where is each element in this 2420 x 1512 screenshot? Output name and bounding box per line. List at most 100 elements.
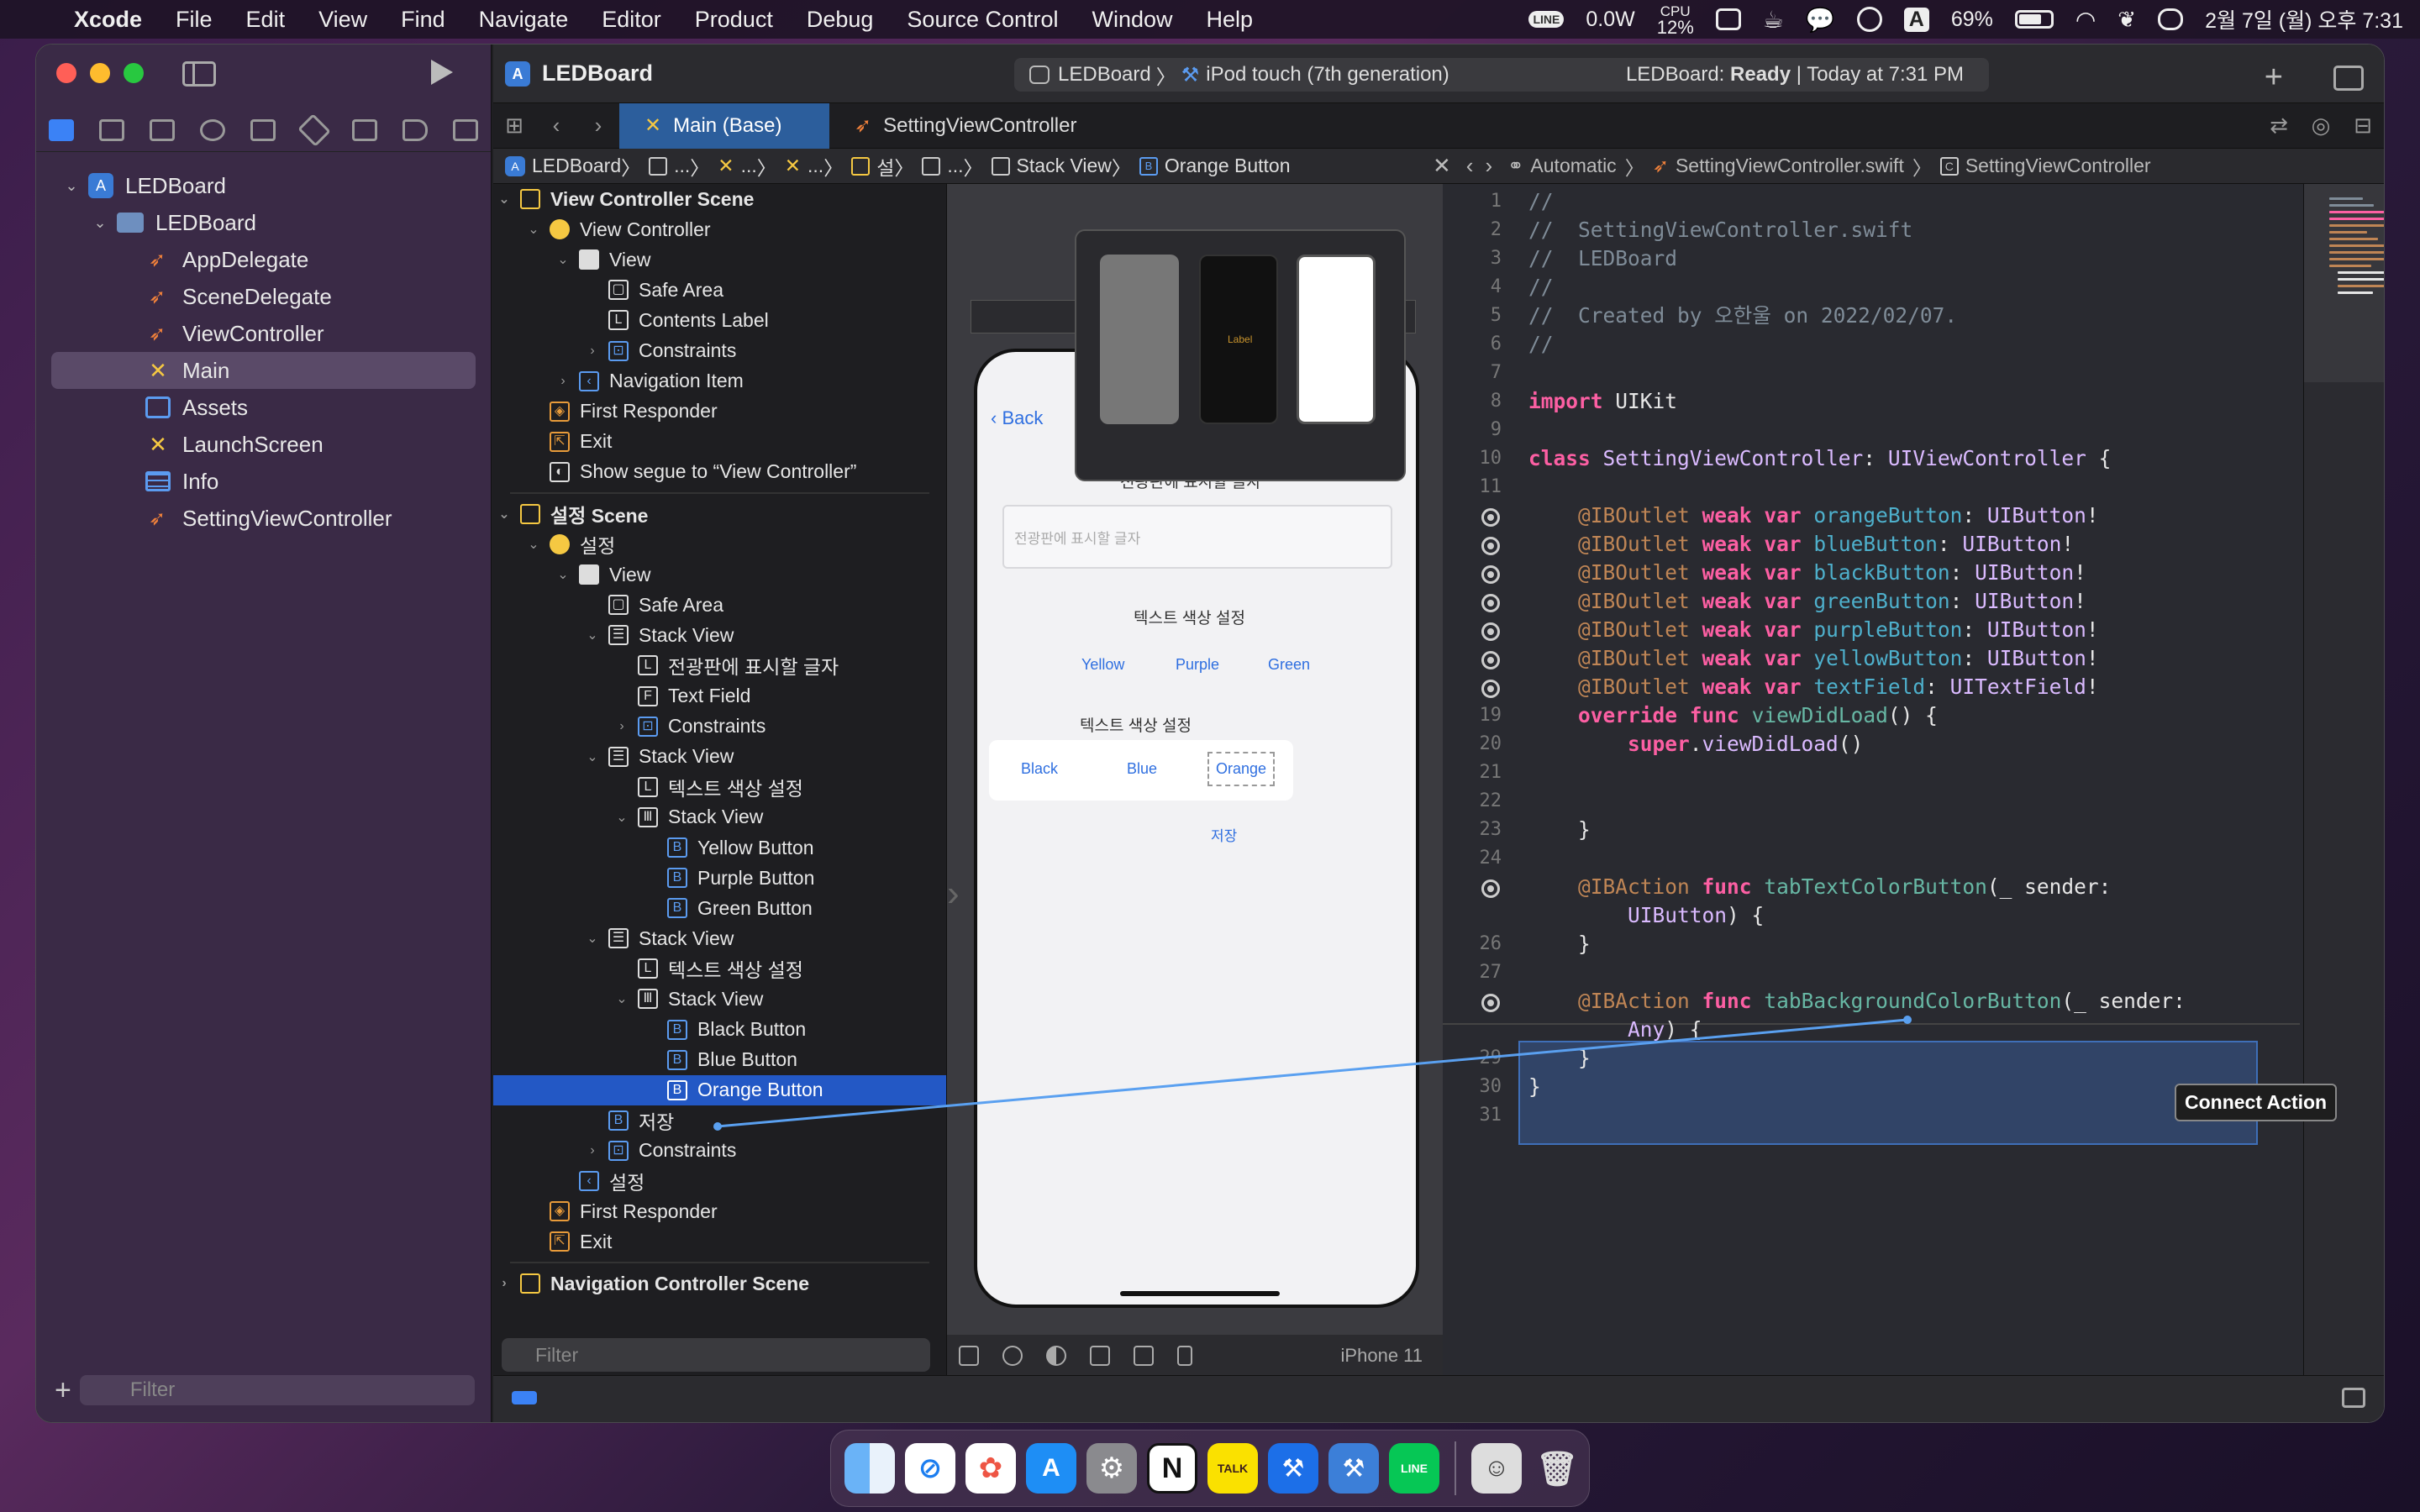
minimap[interactable]	[2303, 184, 2384, 1377]
assistant-symbol[interactable]: SettingViewController	[1965, 155, 2151, 177]
cpu-meter[interactable]: CPU 12%	[1657, 3, 1694, 37]
outline-toggle-icon[interactable]	[959, 1346, 979, 1366]
back-chevron-icon[interactable]: ‹	[535, 113, 577, 139]
outline-item[interactable]: ⌄ View Controller	[493, 214, 946, 244]
connection-circle-icon[interactable]	[1481, 879, 1500, 898]
minimize-window-button[interactable]	[90, 63, 110, 83]
menu-source-control[interactable]: Source Control	[890, 7, 1075, 33]
green-button[interactable]: Green	[1268, 656, 1310, 674]
outline-item[interactable]: B Green Button	[493, 893, 946, 923]
notion-icon[interactable]: N	[1147, 1443, 1197, 1494]
outline-item[interactable]: ⌄ Ⅲ Stack View	[493, 802, 946, 832]
menu-editor[interactable]: Editor	[585, 7, 678, 33]
power-readout[interactable]: 0.0W	[1586, 8, 1634, 32]
file-tree-item[interactable]: ➶ SettingViewController	[36, 500, 491, 537]
preview-view-controller[interactable]	[1100, 255, 1179, 424]
connection-circle-icon[interactable]	[1481, 994, 1500, 1012]
kakaotalk-icon[interactable]: TALK	[1207, 1443, 1258, 1494]
run-button[interactable]	[431, 60, 453, 85]
system-preferences-icon[interactable]: ⚙	[1086, 1443, 1137, 1494]
disclosure-chevron-icon[interactable]: ›	[554, 374, 572, 389]
file-tree-item[interactable]: ✕ LaunchScreen	[36, 426, 491, 463]
code-line[interactable]: 1 //	[1443, 187, 2303, 216]
coffee-icon[interactable]: ☕	[1763, 6, 1784, 34]
finder-icon[interactable]	[844, 1443, 895, 1494]
code-line[interactable]: 2 // SettingViewController.swift	[1443, 216, 2303, 244]
code-line[interactable]: @IBAction func tabBackgroundColorButton(…	[1443, 987, 2303, 1016]
airpods-icon[interactable]: ❦	[2118, 7, 2136, 33]
outline-item[interactable]: ▢ Safe Area	[493, 275, 946, 305]
control-center-icon[interactable]	[2158, 8, 2184, 30]
code-line[interactable]: 11	[1443, 473, 2303, 501]
connection-circle-icon[interactable]	[1481, 594, 1500, 612]
sidebar-toggle-icon[interactable]	[182, 61, 216, 87]
menu-view[interactable]: View	[302, 7, 384, 33]
code-line[interactable]: @IBOutlet weak var greenButton: UIButton…	[1443, 587, 2303, 616]
inspector-toggle-icon[interactable]	[2333, 65, 2364, 91]
disclosure-chevron-icon[interactable]: ⌄	[613, 809, 631, 826]
breakpoint-navigator-tab-icon[interactable]	[402, 118, 428, 141]
add-editor-icon[interactable]: ⊟	[2342, 113, 2384, 139]
device-icon[interactable]	[1177, 1346, 1192, 1366]
code-line[interactable]: 24	[1443, 844, 2303, 873]
code-line[interactable]: 26 }	[1443, 930, 2303, 958]
code-line[interactable]: 23 }	[1443, 816, 2303, 844]
preview-settings-scene[interactable]	[1297, 255, 1376, 424]
outline-item[interactable]: ⌄ View Controller Scene	[493, 184, 946, 214]
outline-filter-input[interactable]: Filter	[502, 1338, 930, 1372]
outline-item[interactable]: F Text Field	[493, 681, 946, 711]
yellow-button[interactable]: Yellow	[1081, 656, 1124, 674]
grid-icon[interactable]: ⊞	[493, 113, 535, 139]
disclosure-chevron-icon[interactable]: ›	[613, 719, 631, 734]
outline-item[interactable]: › Navigation Controller Scene	[493, 1268, 946, 1299]
disclosure-chevron-icon[interactable]: ›	[495, 1276, 513, 1291]
app-store-icon[interactable]: A	[1026, 1443, 1076, 1494]
disclosure-chevron-icon[interactable]: ⌄	[92, 214, 108, 232]
code-line[interactable]: 5 // Created by 오한울 on 2022/02/07.	[1443, 302, 2303, 330]
outline-item[interactable]: B Orange Button	[493, 1074, 946, 1105]
code-editor[interactable]: 1 // 2 // SettingViewController.swift 3 // LE…	[1443, 184, 2303, 1377]
disclosure-chevron-icon[interactable]: ⌄	[495, 506, 513, 522]
preview-label-scene[interactable]: Label	[1199, 255, 1278, 424]
zoom-window-button[interactable]	[124, 63, 144, 83]
line-status-icon[interactable]: LINE	[1528, 11, 1565, 28]
connection-circle-icon[interactable]	[1481, 622, 1500, 641]
code-line[interactable]: UIButton) {	[1443, 901, 2303, 930]
outline-item[interactable]: ⌄ Ⅲ Stack View	[493, 984, 946, 1014]
disclosure-chevron-icon[interactable]: ⌄	[524, 536, 543, 553]
photos-icon[interactable]: ✿	[965, 1443, 1016, 1494]
battery-icon[interactable]	[2014, 10, 2054, 29]
library-plus-icon[interactable]: +	[2265, 60, 2283, 96]
close-assistant-icon[interactable]: ✕	[1433, 153, 1451, 179]
nav-back-button[interactable]: ‹ Back	[991, 407, 1043, 429]
user-photo-icon[interactable]: ☺	[1471, 1443, 1522, 1494]
code-line[interactable]: 8 import UIKit	[1443, 387, 2303, 416]
tab-setting-view-controller[interactable]: ➶ SettingViewController	[829, 103, 1102, 149]
report-navigator-tab-icon[interactable]	[452, 118, 478, 141]
menu-app[interactable]: Xcode	[71, 7, 159, 33]
text-field[interactable]: 전광판에 표시할 글자	[1002, 505, 1392, 569]
crumb-project[interactable]: A LEDBoard 〉	[505, 152, 640, 181]
code-line[interactable]: 22	[1443, 787, 2303, 816]
battery-percent[interactable]: 69%	[1951, 8, 1993, 32]
file-tree-item[interactable]: ➶ AppDelegate	[36, 241, 491, 278]
wifi-icon[interactable]: ◠	[2075, 6, 2096, 34]
code-line[interactable]: @IBOutlet weak var blueButton: UIButton!	[1443, 530, 2303, 559]
outline-item[interactable]: › ⊡ Constraints	[493, 335, 946, 365]
code-line[interactable]: 19 override func viewDidLoad() {	[1443, 701, 2303, 730]
window-manager-icon[interactable]	[1715, 8, 1741, 30]
test-navigator-tab-icon[interactable]	[297, 113, 331, 147]
outline-item[interactable]: B Black Button	[493, 1015, 946, 1045]
storyboard-canvas[interactable]: › ‹ Back 전광판에 표시할 글자 전광판에 표시할 글자 텍스트 색상 …	[947, 184, 1443, 1377]
outline-item[interactable]: ‹ 설정	[493, 1166, 946, 1196]
trash-icon[interactable]: 🗑	[1532, 1443, 1582, 1494]
outline-item[interactable]: L 텍스트 색상 설정	[493, 953, 946, 984]
outline-item[interactable]: L 전광판에 표시할 글자	[493, 650, 946, 680]
code-line[interactable]: 20 super.viewDidLoad()	[1443, 730, 2303, 759]
project-navigator-tab-icon[interactable]	[49, 118, 75, 141]
outline-item[interactable]: L 텍스트 색상 설정	[493, 772, 946, 802]
play-circle-icon[interactable]	[1856, 7, 1882, 32]
menu-debug[interactable]: Debug	[790, 7, 891, 33]
code-line[interactable]: @IBOutlet weak var orangeButton: UIButto…	[1443, 501, 2303, 530]
code-line[interactable]: 27	[1443, 958, 2303, 987]
